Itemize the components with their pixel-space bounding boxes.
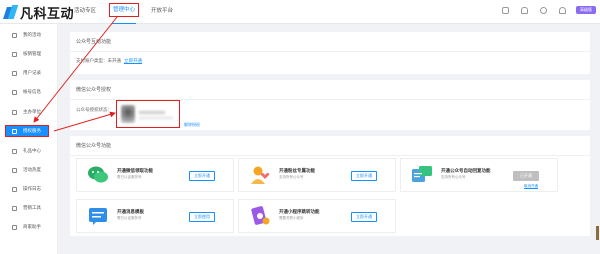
helper-icon bbox=[12, 224, 17, 230]
bell-icon[interactable] bbox=[521, 6, 528, 14]
nav-item-activities[interactable]: 活动专区 bbox=[74, 0, 96, 24]
sidebar-item-account-info[interactable]: 帐号信息 bbox=[6, 87, 52, 97]
unbind-link[interactable]: 解除授权 bbox=[184, 122, 200, 128]
reply-icon bbox=[412, 166, 432, 182]
top-icons: 高级版 bbox=[490, 6, 596, 14]
sidebar-item-label: 主办单位 bbox=[23, 109, 41, 114]
ticket-icon bbox=[12, 51, 17, 57]
user-icon bbox=[12, 32, 17, 38]
sidebar-item-organizer[interactable]: 主办单位 bbox=[6, 107, 52, 117]
feature-desc: 需已认证服务号 bbox=[117, 175, 142, 179]
record-icon bbox=[12, 70, 17, 76]
feature-title: 开通消息模板 bbox=[117, 209, 144, 214]
sidebar: 我的活动 核销管理 用户记录 帐号信息 主办单位 授权服务 礼品中心 活动热度 … bbox=[0, 24, 58, 254]
card-title: 微信公众号功能 bbox=[70, 136, 590, 156]
sidebar-item-merchant-helper[interactable]: 商家助手 bbox=[6, 222, 52, 232]
sidebar-item-user-records[interactable]: 用户记录 bbox=[6, 68, 52, 78]
sidebar-item-auth-service[interactable]: 授权服务 bbox=[5, 125, 49, 137]
open-now-button[interactable]: 立即开通 bbox=[189, 171, 215, 181]
gift-icon bbox=[12, 148, 17, 154]
account-id-blurred bbox=[139, 117, 173, 119]
sidebar-item-label: 帐号信息 bbox=[23, 89, 41, 94]
heat-icon bbox=[12, 167, 17, 173]
miniprogram-icon bbox=[251, 206, 270, 225]
cancel-open-link[interactable]: 取消开通 bbox=[524, 184, 538, 189]
version-badge[interactable]: 高级版 bbox=[576, 6, 596, 14]
open-now-link[interactable]: 立即开通 bbox=[124, 58, 142, 63]
interaction-card: 公众号互动功能 支付账户类型：未开通 立即开通 bbox=[70, 32, 590, 74]
sidebar-item-label: 核销管理 bbox=[23, 51, 41, 56]
account-name-blurred bbox=[139, 111, 165, 114]
sidebar-item-label: 用户记录 bbox=[23, 70, 41, 75]
account-avatar bbox=[121, 105, 135, 123]
log-icon bbox=[12, 186, 17, 192]
feature-desc: 需已认证服务号 bbox=[117, 216, 142, 220]
message-icon bbox=[89, 208, 107, 225]
authorized-account-box bbox=[116, 100, 180, 128]
feature-title: 开通小程序跳转功能 bbox=[279, 209, 320, 214]
sidebar-item-activity-heat[interactable]: 活动热度 bbox=[6, 165, 52, 175]
auth-icon bbox=[12, 128, 17, 134]
feature-title: 开通粉丝专属功能 bbox=[279, 168, 315, 173]
org-icon bbox=[12, 109, 17, 115]
user-icon[interactable] bbox=[559, 6, 566, 14]
feature-miniprogram-jump: 开通小程序跳转功能 需要关联小程序 立即开通 bbox=[238, 199, 396, 233]
sidebar-item-operation-log[interactable]: 操作日志 bbox=[6, 184, 52, 194]
main-nav: 活动专区 管理中心 开放平台 bbox=[74, 0, 190, 24]
calendar-icon[interactable] bbox=[502, 6, 509, 14]
payment-account-label: 支付账户类型：未开通 bbox=[76, 58, 121, 63]
account-icon bbox=[12, 89, 17, 95]
sidebar-item-label: 营销工具 bbox=[23, 205, 41, 210]
feature-desc: 需要关联小程序 bbox=[279, 216, 304, 220]
sidebar-item-my-activities[interactable]: 我的活动 bbox=[6, 30, 52, 40]
sidebar-item-verification[interactable]: 核销管理 bbox=[6, 49, 52, 59]
wechat-icon bbox=[88, 166, 108, 183]
use-now-button[interactable]: 立即使用 bbox=[189, 212, 215, 222]
brand-name: 凡科互动 bbox=[20, 5, 75, 21]
sidebar-item-label: 商家助手 bbox=[23, 224, 41, 229]
sidebar-item-label: 我的活动 bbox=[23, 32, 41, 37]
open-now-button[interactable]: 立即开通 bbox=[351, 171, 377, 181]
opened-button[interactable]: 已开通 bbox=[513, 171, 539, 181]
sidebar-item-gift-center[interactable]: 礼品中心 bbox=[6, 146, 52, 156]
sidebar-item-marketing-tools[interactable]: 营销工具 bbox=[6, 203, 52, 213]
auth-status-label: 公众号授权状态： bbox=[76, 107, 112, 112]
brand-logo[interactable]: 凡科互动 bbox=[3, 3, 75, 21]
feature-desc: 支持所有公众号 bbox=[441, 175, 466, 179]
feature-fans: 开通粉丝专属功能 支持所有公众号 立即开通 bbox=[238, 158, 396, 192]
feature-title: 开通微信领取功能 bbox=[117, 168, 153, 173]
logo-mark-icon bbox=[3, 4, 19, 20]
payment-account-row: 支付账户类型：未开通 立即开通 bbox=[76, 58, 142, 64]
feature-desc: 支持所有公众号 bbox=[279, 175, 304, 179]
open-now-button[interactable]: 立即开通 bbox=[351, 212, 377, 222]
scrollbar-thumb[interactable] bbox=[596, 226, 599, 240]
main-content: 公众号互动功能 支付账户类型：未开通 立即开通 微信公众号授权 公众号授权状态： … bbox=[70, 32, 590, 242]
wechat-features-card: 微信公众号功能 开通微信领取功能 需已认证服务号 立即开通 开通粉丝专属功能 支… bbox=[70, 136, 590, 236]
nav-item-open-platform[interactable]: 开放平台 bbox=[151, 0, 173, 24]
sidebar-item-label: 授权服务 bbox=[23, 128, 41, 133]
nav-item-management[interactable]: 管理中心 bbox=[109, 3, 140, 24]
top-bar: 凡科互动 活动专区 管理中心 开放平台 高级版 bbox=[0, 0, 600, 24]
help-icon[interactable] bbox=[540, 6, 547, 14]
feature-wechat-receive: 开通微信领取功能 需已认证服务号 立即开通 bbox=[76, 158, 234, 192]
tool-icon bbox=[12, 205, 17, 211]
sidebar-item-label: 活动热度 bbox=[23, 167, 41, 172]
feature-message-template: 开通消息模板 需已认证服务号 立即使用 bbox=[76, 199, 234, 233]
card-title: 微信公众号授权 bbox=[70, 80, 590, 100]
feature-title: 开通公众号自动回复功能 bbox=[441, 168, 491, 173]
fans-icon bbox=[251, 166, 270, 184]
sidebar-item-label: 礼品中心 bbox=[23, 148, 41, 153]
sidebar-item-label: 操作日志 bbox=[23, 186, 41, 191]
card-title: 公众号互动功能 bbox=[70, 32, 590, 52]
feature-auto-reply: 开通公众号自动回复功能 支持所有公众号 已开通 取消开通 bbox=[400, 158, 558, 192]
wechat-auth-card: 微信公众号授权 公众号授权状态： 解除授权 bbox=[70, 80, 590, 130]
